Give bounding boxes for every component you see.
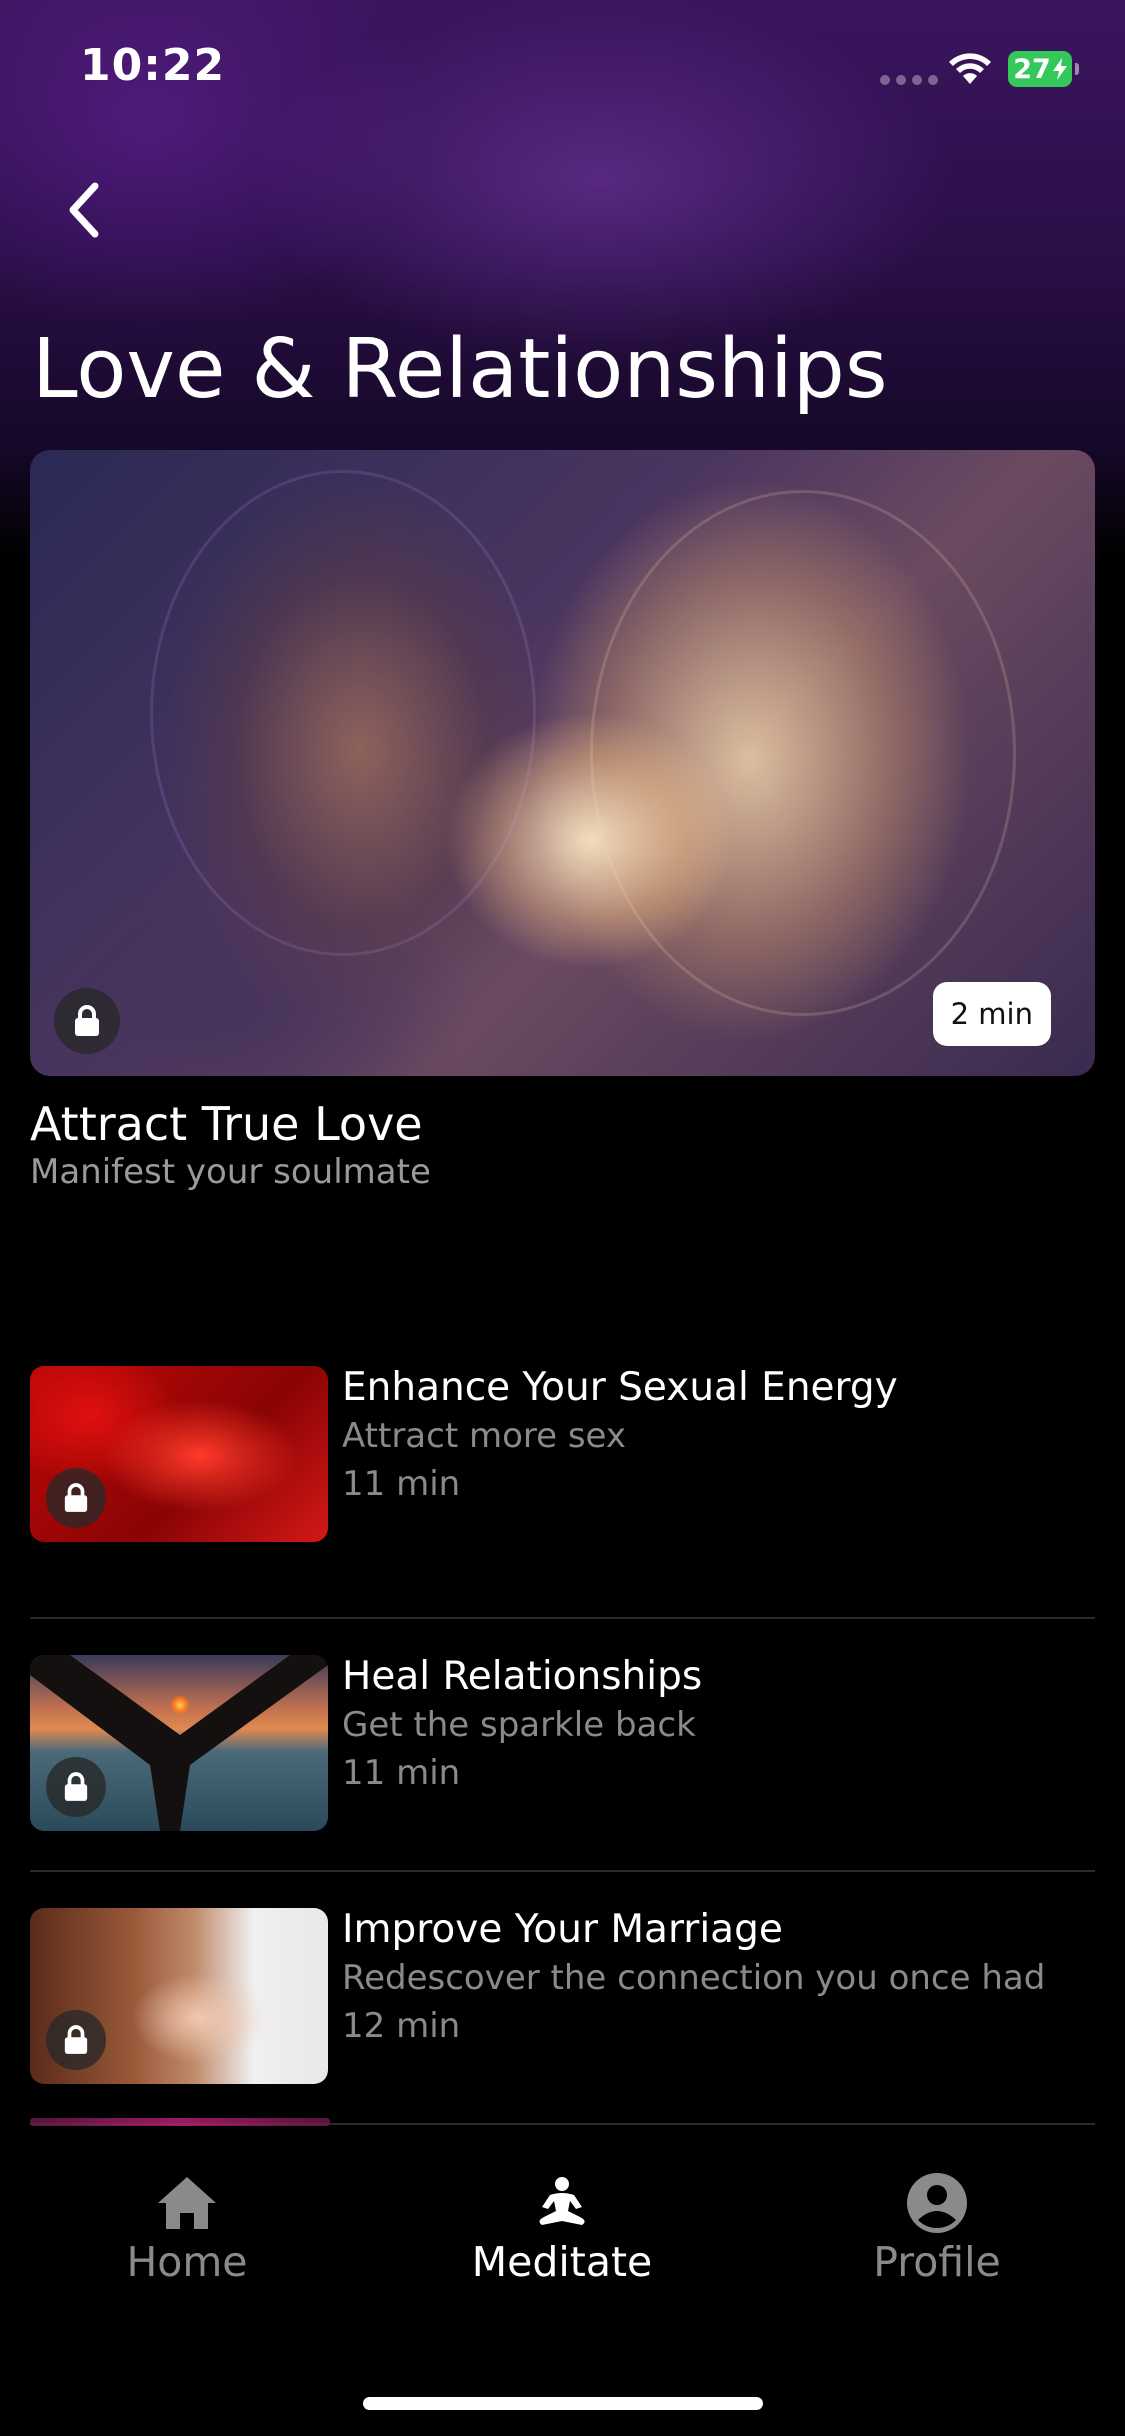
session-duration: 11 min <box>342 1753 461 1793</box>
hero-artwork-swirl <box>150 470 536 956</box>
lock-icon <box>46 1468 106 1528</box>
session-subtitle: Redescover the connection you once had <box>342 1958 1046 1998</box>
home-indicator <box>363 2397 763 2410</box>
featured-subtitle: Manifest your soulmate <box>30 1152 431 1192</box>
session-thumbnail <box>30 1908 328 2084</box>
status-bar: 10:22 27 <box>0 0 1125 140</box>
session-item[interactable]: Heal Relationships Get the sparkle back … <box>30 1619 1095 1872</box>
session-subtitle: Get the sparkle back <box>342 1705 696 1745</box>
featured-title[interactable]: Attract True Love <box>30 1097 423 1151</box>
session-thumbnail <box>30 1655 328 1831</box>
tab-meditate[interactable]: Meditate <box>432 2170 692 2286</box>
session-duration: 11 min <box>342 1464 461 1504</box>
tab-label: Meditate <box>471 2238 653 2286</box>
tab-home[interactable]: Home <box>57 2170 317 2286</box>
battery-indicator: 27 <box>1008 51 1079 87</box>
session-item[interactable]: Enhance Your Sexual Energy Attract more … <box>30 1365 1095 1619</box>
lock-icon <box>46 1757 106 1817</box>
lock-icon <box>54 988 120 1054</box>
duration-badge: 2 min <box>932 982 1051 1046</box>
meditate-icon <box>539 2177 585 2225</box>
profile-icon <box>907 2173 967 2233</box>
session-title: Heal Relationships <box>342 1654 703 1699</box>
page-title: Love & Relationships <box>32 322 888 417</box>
lock-icon <box>46 2010 106 2070</box>
battery-level: 27 <box>1013 53 1051 85</box>
bottom-tab-bar: Home Meditate Profile <box>0 2140 1125 2436</box>
session-subtitle: Attract more sex <box>342 1416 627 1456</box>
next-session-thumbnail-peek <box>30 2118 330 2126</box>
status-time: 10:22 <box>80 40 226 91</box>
home-icon <box>158 2177 216 2229</box>
hero-artwork <box>590 490 1016 1016</box>
wifi-icon <box>949 53 991 84</box>
back-button[interactable] <box>50 170 120 250</box>
cellular-signal-icon <box>880 75 938 85</box>
chevron-left-icon <box>69 182 99 238</box>
session-thumbnail <box>30 1366 328 1542</box>
session-duration: 12 min <box>342 2006 461 2046</box>
session-list: Enhance Your Sexual Energy Attract more … <box>30 1365 1095 2125</box>
featured-session-card[interactable]: 2 min <box>30 450 1095 1076</box>
tab-label: Home <box>126 2238 248 2286</box>
tab-label: Profile <box>873 2238 1001 2286</box>
charging-bolt-icon <box>1052 58 1067 80</box>
session-title: Improve Your Marriage <box>342 1907 783 1952</box>
tab-profile[interactable]: Profile <box>807 2170 1067 2286</box>
session-title: Enhance Your Sexual Energy <box>342 1365 898 1410</box>
session-item[interactable]: Improve Your Marriage Redescover the con… <box>30 1872 1095 2125</box>
